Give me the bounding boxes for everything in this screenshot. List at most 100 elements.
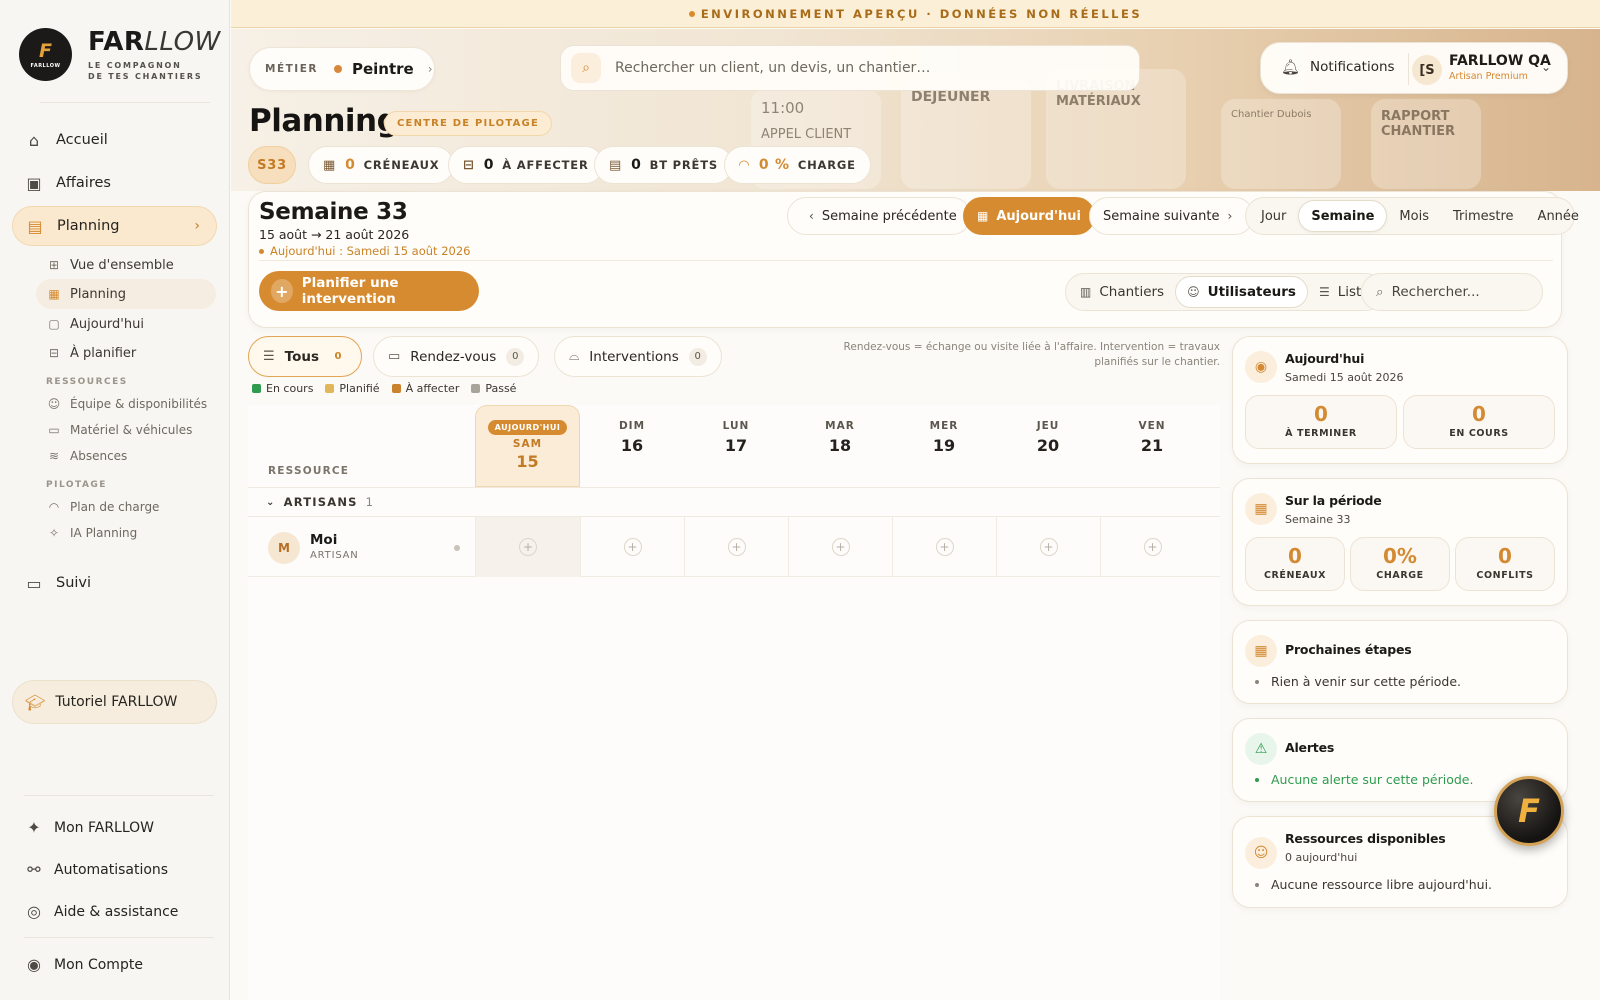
subnav-aujourdhui[interactable]: ▢ Aujourd'hui [36,309,216,339]
chevron-right-icon: › [427,62,433,76]
brand-logo[interactable]: F FARLLOW FARLLOW LE COMPAGNON DE TES CHAN… [19,27,221,82]
tab-trimestre[interactable]: Trimestre [1441,200,1526,232]
calendar-cell[interactable]: + [996,517,1100,577]
mode-utilisateurs[interactable]: ☺ Utilisateurs [1175,276,1308,308]
resource-row: M Moi ARTISAN + + + + + + + [248,517,1220,577]
resource-search-input[interactable] [1391,284,1522,300]
hero-card-title: Chantier Dubois [1231,109,1312,120]
calendar-grid: RESSOURCE AUJOURD'HUI SAM 15 DIM 16 LUN 17… [248,405,1220,1000]
tab-mois[interactable]: Mois [1387,200,1441,232]
nav-accueil[interactable]: ⌂ Accueil [12,120,217,160]
add-icon[interactable]: + [1039,538,1058,556]
view-mode-switch: ▥ Chantiers ☺ Utilisateurs ☰ Liste [1065,273,1385,311]
inbox-icon: ⊟ [48,346,60,360]
tab-annee[interactable]: Année [1526,200,1591,232]
global-search-input[interactable] [615,60,1115,76]
day-name: JEU [1036,420,1060,432]
prev-week-button[interactable]: ‹ Semaine précédente [787,197,971,235]
today-button[interactable]: ▦ Aujourd'hui [963,197,1095,235]
chevron-down-icon[interactable]: ⌄ [1541,60,1551,74]
legend-swatch [391,384,401,393]
panel-item-text: Aucune ressource libre aujourd'hui. [1271,877,1493,892]
user-name[interactable]: FARLLOW QA [1449,53,1551,69]
nav-mon-farllow[interactable]: ✦ Mon FARLLOW [24,818,154,837]
plus-icon: + [271,279,293,303]
chevron-down-icon: ⌄ [266,496,276,508]
filter-label: Interventions [589,348,679,365]
legend-item: Passé [471,382,516,395]
calendar-cell[interactable]: + [892,517,996,577]
notifications-button[interactable]: 🔔︎ Notifications [1281,58,1395,76]
subnav-vue-ensemble[interactable]: ⊞ Vue d'ensemble [36,250,216,280]
status-dot [454,545,460,551]
kpi-value: 0 % [758,157,790,173]
calendar-cell[interactable]: + [684,517,788,577]
kpi-charge[interactable]: ◠ 0 % CHARGE [724,146,871,184]
kpi-label: CRÉNEAUX [363,158,440,172]
add-icon[interactable]: + [831,538,850,556]
stat-value: 0 [1498,544,1512,568]
panel-title: Aujourd'hui [1285,351,1365,366]
filter-tous[interactable]: ☰ Tous 0 [248,336,362,377]
nav-automatisations[interactable]: ⚯ Automatisations [24,860,168,879]
stat-value: 0 [1314,402,1328,426]
hero-card-chantier: Chantier Dubois [1221,99,1341,189]
prev-week-label: Semaine précédente [821,208,957,224]
add-icon[interactable]: + [727,538,746,556]
brand-tagline: LE COMPAGNON DE TES CHANTIERS [88,61,203,81]
hardhat-icon: ⌓ [569,349,580,364]
subnav-absences[interactable]: ≋ Absences [36,441,216,471]
mode-label: Chantiers [1099,284,1165,300]
calendar-cell[interactable]: + [788,517,892,577]
nav-affaires[interactable]: ▣ Affaires [12,163,217,203]
kpi-a-affecter[interactable]: ⊟ 0 À AFFECTER [448,146,604,184]
tutorial-button[interactable]: 🎓︎ Tutoriel FARLLOW [12,680,217,724]
tab-semaine[interactable]: Semaine [1298,200,1388,232]
nav-aide[interactable]: ◎ Aide & assistance [24,902,178,921]
bullet [1255,777,1259,782]
filter-rendez-vous[interactable]: ▭ Rendez-vous 0 [373,336,540,377]
subnav-a-planifier[interactable]: ⊟ À planifier [36,338,216,368]
calendar-cell[interactable]: + [580,517,684,577]
kpi-label: BT PRÊTS [649,158,718,172]
user-icon: ☺ [1187,285,1200,299]
subnav-planning[interactable]: ▦ Planning [36,279,216,309]
chevron-right-icon: › [1227,209,1233,223]
nav-label: Mon FARLLOW [54,819,155,836]
subnav-ia-planning[interactable]: ✧ IA Planning [36,518,216,548]
add-icon[interactable]: + [935,538,954,556]
search-icon: ⌕ [571,53,601,83]
nav-planning[interactable]: ▤ Planning › [12,206,217,246]
nav-suivi[interactable]: ▭ Suivi [12,563,217,603]
kpi-bt-prets[interactable]: ▤ 0 BT PRÊTS [594,146,733,184]
bell-icon: 🔔︎ [1281,58,1301,76]
day-header: JEU 20 [996,405,1100,487]
filter-interventions[interactable]: ⌓ Interventions 0 [554,336,722,377]
plan-intervention-button[interactable]: + Planifier une intervention [259,271,479,311]
legend-item: En cours [252,382,313,395]
calendar-cell[interactable]: + [475,517,580,577]
next-week-button[interactable]: Semaine suivante › [1089,197,1255,235]
kpi-creneaux[interactable]: ▦ 0 CRÉNEAUX [308,146,455,184]
stat-charge: 0% CHARGE [1350,537,1450,591]
clipboard-icon: ▤ [27,216,43,236]
mode-chantiers[interactable]: ▥ Chantiers [1069,276,1175,308]
resource-name[interactable]: Moi [310,532,337,548]
stat-value: 0% [1383,544,1417,568]
nav-mon-compte[interactable]: ◉ Mon Compte [24,955,143,974]
day-name: VEN [1138,420,1166,432]
resource-group-artisans[interactable]: ⌄ ARTISANS 1 [248,487,1220,517]
users-icon: ☺ [1245,837,1277,869]
add-icon[interactable]: + [623,538,642,556]
add-icon[interactable]: + [1143,538,1162,556]
avatar[interactable]: [S [1412,55,1442,85]
metier-selector[interactable]: MÉTIER Peintre › [249,47,435,91]
tab-jour[interactable]: Jour [1249,200,1298,232]
hero-card-dejeuner: DEJEUNER [901,79,1031,189]
panel-item: Rien à venir sur cette période. [1255,674,1461,689]
kpi-value: 0 [483,157,495,173]
banner-text: ENVIRONNEMENT APERÇU · DONNÉES NON RÉELL… [700,6,1143,21]
add-icon[interactable]: + [519,538,537,556]
calendar-cell[interactable]: + [1100,517,1204,577]
assistant-fab-button[interactable]: F [1494,776,1564,846]
